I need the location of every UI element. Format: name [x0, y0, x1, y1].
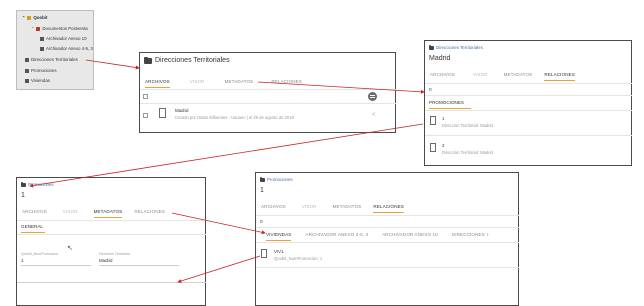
divider — [425, 135, 632, 136]
page-title: 1 — [21, 192, 25, 199]
divider — [425, 83, 632, 84]
panel-madrid: Direcciones Territoriales Madrid ARCHIVO… — [424, 40, 632, 166]
folder-icon — [25, 68, 29, 73]
cursor-icon: ↖ — [67, 245, 73, 252]
tab-relaciones[interactable]: RELACIONES — [544, 72, 575, 81]
list-item-name[interactable]: VIV1 — [274, 249, 284, 254]
panel-header: Direcciones Territoriales — [144, 56, 230, 64]
field-label: Dirección Territorial — [99, 252, 130, 256]
tab-archivos[interactable]: ARCHIVOS — [261, 204, 286, 213]
menu-icon — [370, 95, 375, 96]
breadcrumb[interactable]: Promociones — [260, 176, 293, 182]
tab-visor[interactable]: VISOR — [190, 79, 205, 88]
field-underline — [21, 265, 91, 266]
folder-icon — [429, 44, 434, 50]
chevron-right-icon[interactable]: › — [487, 232, 489, 241]
folder-icon — [27, 15, 32, 20]
chevron-down-icon: ⌃ — [31, 26, 35, 31]
section-general[interactable]: GENERAL — [21, 224, 45, 233]
tree-item-anexo10[interactable]: Archivador Anexo 10 — [40, 36, 87, 41]
panel-promocion-relaciones: Promociones 1 ARCHIVOS VISOR METADATOS R… — [255, 172, 519, 306]
field-value: 1 — [21, 258, 24, 263]
page-title: 1 — [260, 187, 264, 194]
document-icon — [430, 143, 436, 152]
relations-count: 0 — [260, 219, 263, 224]
divider — [17, 220, 206, 221]
panel-promocion-metadatos: Promociones 1 ARCHIVOS VISOR METADATOS R… — [16, 177, 206, 306]
divider — [140, 103, 396, 104]
row-checkbox[interactable] — [143, 113, 148, 118]
tab-archivos[interactable]: ARCHIVOS — [145, 79, 170, 88]
subtab-anexo10[interactable]: ARCHIVADOR ANEXO 10 — [382, 232, 438, 241]
subtab-anexo45[interactable]: ARCHIVADOR ANEXO 4-5, 3 — [305, 232, 368, 241]
divider — [425, 110, 632, 111]
breadcrumb[interactable]: Direcciones Territoriales — [429, 44, 483, 50]
divider — [256, 227, 519, 228]
folder-icon — [40, 36, 44, 41]
tree-panel: ⌃ Qoobit ⌃ Documentos Postventa Archivad… — [16, 10, 94, 90]
divider — [256, 242, 519, 243]
tab-relaciones[interactable]: RELACIONES — [271, 79, 302, 88]
list-item-name[interactable]: 2 — [442, 143, 444, 148]
folder-icon — [36, 26, 41, 31]
tab-metadatos[interactable]: METADATOS — [225, 79, 254, 88]
tab-relaciones[interactable]: RELACIONES — [134, 209, 165, 218]
list-item-meta: Dirección Territorial: Madrid — [442, 150, 493, 155]
tree-item-promociones[interactable]: Promociones — [25, 68, 57, 73]
field-value: Madrid — [99, 258, 113, 263]
share-icon[interactable]: < — [372, 112, 376, 118]
field-underline — [99, 265, 179, 266]
tab-visor[interactable]: VISOR — [63, 209, 78, 218]
document-icon — [159, 108, 166, 118]
tree-item-documentos[interactable]: ⌃ Documentos Postventa — [31, 26, 88, 31]
tab-metadatos[interactable]: METADATOS — [504, 72, 533, 81]
tree-root[interactable]: ⌃ Qoobit — [22, 15, 48, 20]
chevron-down-icon: ⌃ — [22, 15, 26, 20]
document-icon — [430, 116, 436, 125]
field-label: Qoobit_NumPromocion — [21, 252, 59, 256]
divider — [425, 95, 632, 96]
list-item-name[interactable]: 1 — [442, 116, 444, 121]
folder-icon — [25, 57, 29, 62]
tree-item-anexo45[interactable]: Archivador Anexo 4-5, 3 — [40, 46, 93, 51]
tab-metadatos[interactable]: METADATOS — [93, 209, 123, 218]
action-fab-button[interactable] — [368, 92, 377, 101]
divider — [140, 89, 396, 90]
section-promociones[interactable]: PROMOCIONES — [429, 100, 471, 109]
select-all-checkbox[interactable] — [143, 94, 148, 99]
tab-visor[interactable]: VISOR — [473, 72, 488, 81]
page-title: Direcciones Territoriales — [155, 57, 230, 64]
tab-metadatos[interactable]: METADATOS — [333, 204, 362, 213]
file-name[interactable]: Madrid — [175, 108, 188, 113]
relations-count: 0 — [429, 87, 432, 92]
tab-archivos[interactable]: ARCHIVOS — [22, 209, 47, 218]
subtab-direcciones[interactable]: DIRECCIONES — [452, 232, 485, 241]
folder-icon — [21, 181, 26, 187]
list-item-meta: Dirección Territorial: Madrid — [442, 123, 493, 128]
document-icon — [261, 249, 267, 258]
folder-icon — [260, 176, 265, 182]
panel-direcciones: Direcciones Territoriales ARCHIVOS VISOR… — [139, 52, 396, 133]
tab-relaciones[interactable]: RELACIONES — [373, 204, 404, 213]
folder-icon — [25, 78, 29, 83]
page-title: Madrid — [429, 55, 451, 62]
tab-archivos[interactable]: ARCHIVOS — [430, 72, 455, 81]
subtab-viviendas[interactable]: VIVIENDAS — [266, 232, 292, 241]
list-item-meta: Qoobit_NumPromocion: 1 — [274, 256, 323, 261]
divider — [17, 234, 206, 235]
file-meta: Creado por Datos Mifuentes - Usuario | e… — [175, 115, 294, 120]
divider — [17, 282, 206, 283]
folder-icon — [144, 56, 152, 64]
tree-item-direcciones[interactable]: Direcciones Territoriales — [25, 57, 78, 62]
divider — [256, 267, 519, 268]
folder-icon — [40, 46, 44, 51]
breadcrumb[interactable]: Promociones — [21, 181, 54, 187]
tree-item-viviendas[interactable]: Viviendas — [25, 78, 50, 83]
divider — [256, 215, 519, 216]
tab-visor[interactable]: VISOR — [302, 204, 317, 213]
